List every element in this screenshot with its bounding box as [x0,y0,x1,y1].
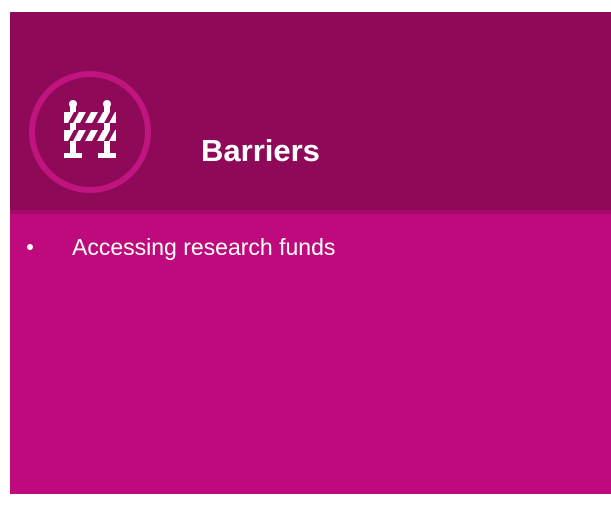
bullet-dot-icon [27,244,33,250]
road-barrier-icon [64,100,116,158]
bullet-text: Accessing research funds [72,234,336,260]
slide-header: Barriers [10,12,611,210]
slide-title: Barriers [201,133,320,168]
slide: Barriers Accessing research funds [10,12,611,494]
bullet-list: Accessing research funds [10,234,611,264]
list-item: Accessing research funds [10,234,611,264]
header-divider [10,210,611,214]
